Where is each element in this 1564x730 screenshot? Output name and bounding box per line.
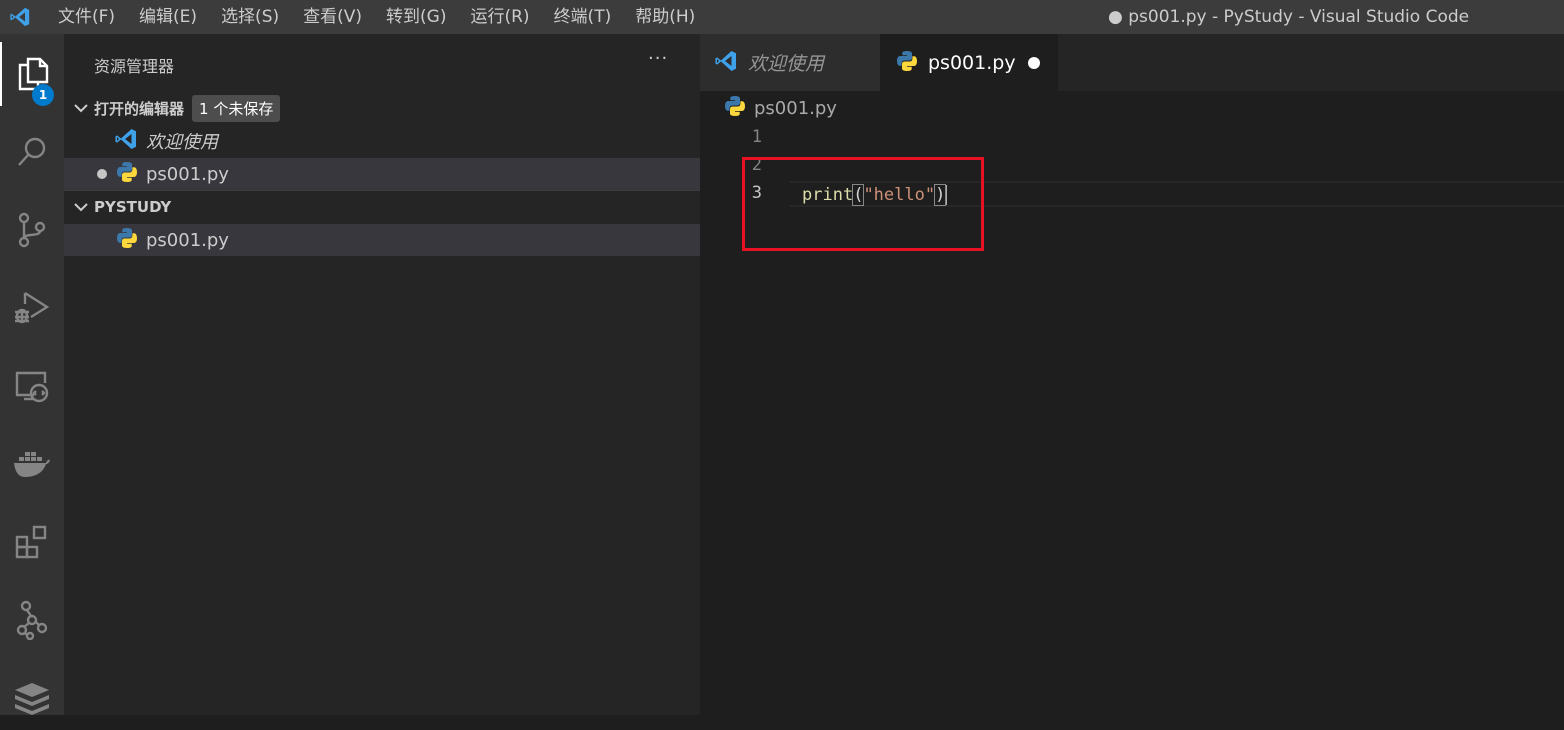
activity-graph[interactable] [0, 588, 64, 652]
python-icon [724, 95, 746, 121]
activity-bar: 1 [0, 34, 64, 715]
activity-run-debug[interactable] [0, 276, 64, 340]
python-icon [896, 50, 918, 76]
activity-docker[interactable] [0, 432, 64, 496]
database-icon [13, 681, 51, 715]
menu-file[interactable]: 文件(F) [40, 0, 127, 34]
editor-tabs: 欢迎使用 ps001.py [700, 34, 1564, 91]
breadcrumb-file[interactable]: ps001.py [754, 98, 837, 119]
activity-source-control[interactable] [0, 198, 64, 262]
run-debug-icon [13, 290, 51, 326]
tab-ps001[interactable]: ps001.py [880, 34, 1058, 91]
workspace-file-label: ps001.py [146, 229, 229, 251]
vscode-icon [114, 127, 138, 155]
open-editor-ps001[interactable]: ps001.py [64, 158, 700, 190]
workspace-section-header[interactable]: PYSTUDY [64, 191, 700, 223]
remote-explorer-icon [14, 369, 50, 403]
unsaved-dot-icon [97, 169, 107, 179]
source-control-icon [17, 211, 47, 249]
extensions-icon [14, 524, 50, 560]
menu-run[interactable]: 运行(R) [458, 0, 541, 34]
menu-view[interactable]: 查看(V) [291, 0, 374, 34]
explorer-sidebar: 资源管理器 ··· 打开的编辑器 1 个未保存 欢迎使用 ps001.py PY… [64, 34, 700, 715]
menu-help[interactable]: 帮助(H) [623, 0, 707, 34]
highlight-annotation-box [742, 157, 984, 251]
python-icon [116, 227, 138, 253]
explorer-badge: 1 [32, 84, 54, 106]
window-title: ● ps001.py - PyStudy - Visual Studio Cod… [1108, 7, 1470, 27]
activity-explorer[interactable]: 1 [0, 42, 64, 106]
open-editors-section-header[interactable]: 打开的编辑器 1 个未保存 [64, 92, 700, 124]
breadcrumb[interactable]: ps001.py [724, 96, 837, 120]
chevron-down-icon [68, 103, 94, 113]
unsaved-dot-icon[interactable] [1028, 56, 1040, 69]
sidebar-title: 资源管理器 [94, 57, 175, 76]
vscode-logo-icon [0, 0, 40, 34]
menu-edit[interactable]: 编辑(E) [127, 0, 209, 34]
menu-go[interactable]: 转到(G) [374, 0, 458, 34]
activity-remote-explorer[interactable] [0, 354, 64, 418]
menu-bar: 文件(F) 编辑(E) 选择(S) 查看(V) 转到(G) 运行(R) 终端(T… [40, 0, 707, 34]
open-editor-label: 欢迎使用 [146, 132, 218, 153]
more-actions-button[interactable]: ··· [648, 48, 668, 69]
unsaved-count-badge: 1 个未保存 [192, 94, 281, 122]
graph-icon [16, 600, 48, 640]
tab-welcome[interactable]: 欢迎使用 [700, 34, 880, 91]
open-editor-label: ps001.py [146, 163, 229, 185]
activity-database[interactable] [0, 666, 64, 730]
menu-terminal[interactable]: 终端(T) [542, 0, 624, 34]
chevron-down-icon [68, 202, 94, 212]
docker-icon [13, 449, 51, 479]
open-editor-welcome[interactable]: 欢迎使用 [64, 125, 700, 157]
title-bar: 文件(F) 编辑(E) 选择(S) 查看(V) 转到(G) 运行(R) 终端(T… [0, 0, 1564, 34]
activity-search[interactable] [0, 120, 64, 184]
python-icon [116, 161, 138, 187]
workspace-file-ps001[interactable]: ps001.py [64, 224, 700, 256]
search-icon [15, 135, 49, 169]
line-number: 1 [751, 127, 762, 147]
activity-extensions[interactable] [0, 510, 64, 574]
open-editors-title: 打开的编辑器 [94, 99, 185, 118]
tab-label: ps001.py [928, 51, 1016, 74]
vscode-icon [714, 49, 738, 77]
workspace-title: PYSTUDY [94, 198, 172, 216]
tab-label: 欢迎使用 [748, 53, 825, 75]
menu-selection[interactable]: 选择(S) [209, 0, 291, 34]
